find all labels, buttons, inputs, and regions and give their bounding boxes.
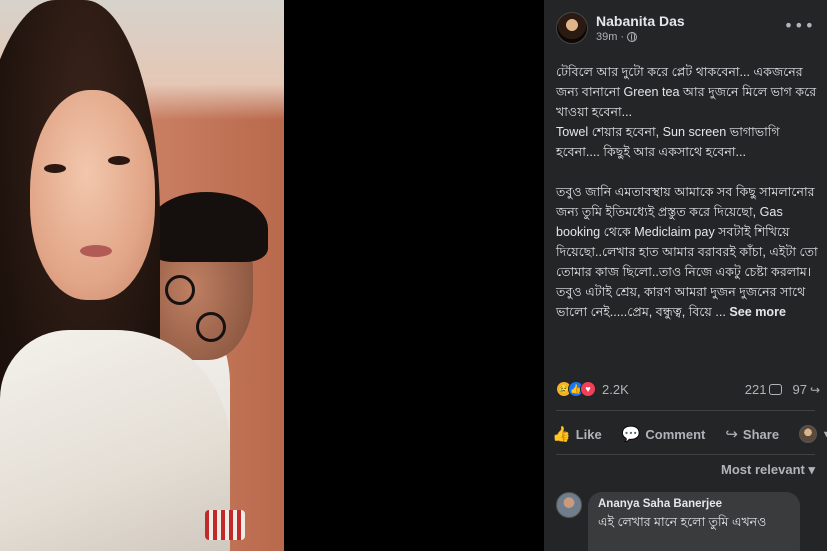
comment-item: Ananya Saha Banerjee এই লেখার মানে হলো ত… xyxy=(556,492,800,551)
comment-text: এই লেখার মানে হলো তুমি এখনও xyxy=(598,515,767,529)
woman-lips xyxy=(80,245,112,257)
post-body: টেবিলে আর দুটো করে প্লেট থাকবেনা... একজন… xyxy=(556,62,820,322)
globe-icon xyxy=(627,32,638,42)
woman-dress xyxy=(0,330,230,551)
action-bar: 👍 Like 💬 Comment ↪ Share ▾ xyxy=(552,422,827,446)
divider-bottom xyxy=(556,454,815,455)
comment-icon: 💬 xyxy=(621,426,641,443)
sort-chevron-icon: ▾ xyxy=(808,462,815,477)
share-count-value: 97 xyxy=(792,381,807,397)
sort-label: Most relevant xyxy=(721,462,805,477)
glasses-right-lens xyxy=(196,312,226,342)
comment-bubble-icon xyxy=(769,383,783,395)
post-panel: Nabanita Das 39m · ••• টেবিলে আর দুটো কর… xyxy=(544,0,827,551)
woman-face xyxy=(30,90,155,300)
react-as-selector[interactable]: ▾ xyxy=(799,425,827,443)
comment-count-value: 221 xyxy=(744,381,767,397)
share-button[interactable]: ↪ Share xyxy=(725,425,779,443)
post-meta: 39m · xyxy=(596,31,685,43)
love-reaction-icon[interactable]: ♥ xyxy=(580,381,596,397)
comment-sort-dropdown[interactable]: Most relevant ▾ xyxy=(721,462,815,478)
comment-bubble: Ananya Saha Banerjee এই লেখার মানে হলো ত… xyxy=(588,492,800,551)
reaction-count[interactable]: 2.2K xyxy=(602,382,629,397)
engagement-counts: 221 97 ↪ xyxy=(745,382,820,397)
post-photo[interactable] xyxy=(0,0,284,551)
author-block: Nabanita Das 39m · xyxy=(596,13,685,43)
post-time[interactable]: 39m xyxy=(596,31,617,43)
commenter-name[interactable]: Ananya Saha Banerjee xyxy=(598,498,790,510)
viewer-avatar xyxy=(799,425,818,443)
post-header: Nabanita Das 39m · xyxy=(556,12,685,44)
divider-top xyxy=(556,410,815,411)
bangles xyxy=(205,510,245,540)
woman-eye-left xyxy=(44,164,66,173)
author-name[interactable]: Nabanita Das xyxy=(596,13,685,29)
share-label: Share xyxy=(742,426,780,442)
thumbs-up-icon: 👍 xyxy=(552,426,571,443)
comment-label: Comment xyxy=(645,426,706,442)
commenter-avatar[interactable] xyxy=(556,492,582,518)
comment-button[interactable]: 💬 Comment xyxy=(622,425,706,443)
author-avatar[interactable] xyxy=(556,12,588,44)
post-text: টেবিলে আর দুটো করে প্লেট থাকবেনা... একজন… xyxy=(556,65,818,319)
glasses-left-lens xyxy=(165,275,195,305)
comment-count[interactable]: 221 xyxy=(745,382,783,397)
share-arrow-icon: ↪ xyxy=(809,382,820,397)
more-dots-icon[interactable]: ••• xyxy=(784,16,815,35)
share-count[interactable]: 97 ↪ xyxy=(792,382,820,397)
meta-separator: · xyxy=(620,31,625,43)
like-button[interactable]: 👍 Like xyxy=(552,425,602,443)
share-icon: ↪ xyxy=(725,426,738,443)
woman-eye-right xyxy=(108,156,130,165)
see-more-link[interactable]: See more xyxy=(729,305,786,319)
reaction-summary: 😢 👍 ♥ 2.2K 221 97 ↪ xyxy=(556,378,820,400)
like-label: Like xyxy=(575,426,602,442)
man-hair xyxy=(150,192,268,262)
